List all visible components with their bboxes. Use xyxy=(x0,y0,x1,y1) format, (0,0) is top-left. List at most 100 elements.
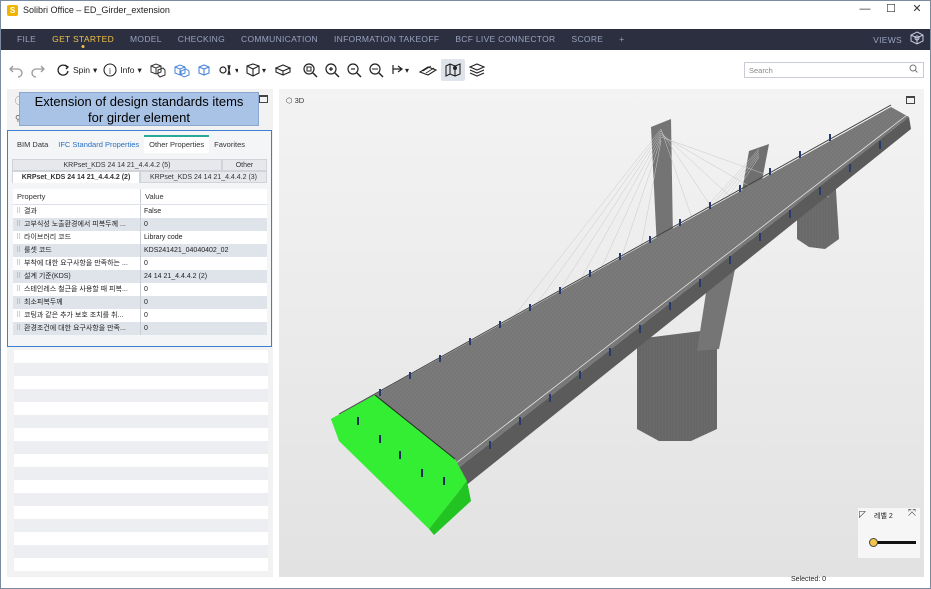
menu-communication[interactable]: COMMUNICATION xyxy=(233,29,326,50)
info-button[interactable]: i Info ▾ xyxy=(100,59,144,81)
undo-icon[interactable] xyxy=(5,59,27,81)
drag-handle-icon[interactable]: ⠿ xyxy=(16,296,24,309)
info-icon: i xyxy=(103,63,117,77)
property-name: 부착에 대한 요구사항을 만족하는 ... xyxy=(24,260,128,267)
property-value: 0 xyxy=(144,286,148,293)
search-input[interactable] xyxy=(749,65,909,75)
menu-file[interactable]: FILE xyxy=(9,29,44,50)
level-slider-track[interactable] xyxy=(872,541,916,544)
drag-handle-icon[interactable]: ⠿ xyxy=(16,244,24,257)
app-window: S Solibri Office – ED_Girder_extension —… xyxy=(0,0,931,589)
table-row[interactable]: ⠿ 결과 False xyxy=(13,205,267,218)
search-box[interactable] xyxy=(744,62,924,78)
pset-tab-5[interactable]: KRPset_KDS 24 14 21_4.4.4.2 (5) xyxy=(12,159,222,171)
property-value: KDS241421_04040402_02 xyxy=(144,247,229,254)
table-row[interactable]: ⠿ 부착에 대한 요구사항을 만족하는 ... 0 xyxy=(13,257,267,270)
drag-handle-icon[interactable]: ⠿ xyxy=(16,205,24,218)
table-row[interactable]: ⠿ 최소피복두께 0 xyxy=(13,296,267,309)
visibility-icon[interactable]: ▾ xyxy=(215,59,241,81)
menu-model[interactable]: MODEL xyxy=(122,29,170,50)
drag-handle-icon[interactable]: ⠿ xyxy=(16,257,24,270)
table-row[interactable]: ⠿ 고부식성 노출환경에서 피복두께 ... 0 xyxy=(13,218,267,231)
selection-status: Selected: 0 xyxy=(791,576,827,583)
maximize-button[interactable]: ☐ xyxy=(878,1,904,19)
zoom-selected-icon[interactable] xyxy=(365,59,387,81)
tab-bim-data[interactable]: BIM Data xyxy=(12,135,53,153)
views-button[interactable]: VIEWS xyxy=(873,35,902,45)
tab-favorites[interactable]: Favorites xyxy=(209,135,250,153)
table-row[interactable]: ⠿ 라이브러리 코드 Library code xyxy=(13,231,267,244)
zoom-in-icon[interactable] xyxy=(321,59,343,81)
tab-ifc-standard-properties[interactable]: IFC Standard Properties xyxy=(53,135,144,153)
drag-handle-icon[interactable]: ⠿ xyxy=(16,322,24,335)
close-button[interactable]: ✕ xyxy=(904,1,930,19)
pset-tab-2[interactable]: KRPset_KDS 24 14 21_4.4.4.2 (2) xyxy=(12,171,140,183)
level-plane-icon[interactable]: ◸ xyxy=(859,509,866,520)
table-row[interactable]: ⠿ 코팅과 같은 추가 보호 조치를 취... 0 xyxy=(13,309,267,322)
expand-icon[interactable]: ⤧ xyxy=(908,508,916,519)
redo-icon[interactable] xyxy=(27,59,49,81)
zoom-out-icon[interactable] xyxy=(343,59,365,81)
bridge-model[interactable] xyxy=(279,89,924,577)
svg-text:▾: ▾ xyxy=(405,66,409,75)
svg-text:▾: ▾ xyxy=(262,66,266,75)
table-row[interactable]: ⠿ 스테인레스 철근을 사용할 때 피복... 0 xyxy=(13,283,267,296)
components-icon[interactable] xyxy=(169,59,193,81)
chevron-down-icon: ▾ xyxy=(137,64,142,75)
property-set-tabs: KRPset_KDS 24 14 21_4.4.4.2 (5) Other KR… xyxy=(12,159,267,185)
layers-icon[interactable] xyxy=(465,59,489,81)
table-row[interactable]: ⠿ 설계 기준(KDS) 24 14 21_4.4.4.2 (2) xyxy=(13,270,267,283)
section-box-icon[interactable] xyxy=(271,59,295,81)
drag-handle-icon[interactable]: ⠿ xyxy=(16,309,24,322)
main-toolbar: Spin ▾ i Info ▾ ▾ ▾ ▾ Search xyxy=(1,58,930,82)
spin-button[interactable]: Spin ▾ xyxy=(53,59,100,81)
empty-list-area xyxy=(14,350,268,571)
property-name: 환경조건에 대한 요구사항을 만족... xyxy=(24,325,126,332)
column-header-property[interactable]: Property xyxy=(13,189,141,204)
minimize-button[interactable]: — xyxy=(852,1,878,19)
zoom-fit-icon[interactable] xyxy=(299,59,321,81)
spin-label: Spin xyxy=(73,65,91,75)
select-box-icon[interactable] xyxy=(193,59,215,81)
property-value: Library code xyxy=(144,234,183,241)
drag-handle-icon[interactable]: ⠿ xyxy=(16,270,24,283)
3d-viewport[interactable] xyxy=(279,89,924,577)
column-header-value[interactable]: Value xyxy=(141,189,164,204)
search-icon[interactable] xyxy=(909,64,918,76)
chevron-down-icon: ▾ xyxy=(93,64,98,75)
menu-get-started[interactable]: GET STARTED xyxy=(44,29,122,50)
measure-icon[interactable]: ▾ xyxy=(387,59,415,81)
callout-line-1: Extension of design standards items xyxy=(34,94,244,109)
info-label: Info xyxy=(120,65,135,75)
property-value: 0 xyxy=(144,312,148,319)
menu-bcf-live-connector[interactable]: BCF LIVE CONNECTOR xyxy=(447,29,563,50)
table-row[interactable]: ⠿ 환경조건에 대한 요구사항을 만족... 0 xyxy=(13,322,267,335)
menu-information-takeoff[interactable]: INFORMATION TAKEOFF xyxy=(326,29,447,50)
property-value: 0 xyxy=(144,260,148,267)
menu-checking[interactable]: CHECKING xyxy=(170,29,233,50)
table-row[interactable]: ⠿ 룰셋 코드 KDS241421_04040402_02 xyxy=(13,244,267,257)
add-tab-button[interactable]: + xyxy=(611,29,632,50)
menu-score[interactable]: SCORE xyxy=(564,29,612,50)
cube-icon: ⬡ xyxy=(286,96,293,105)
model-tree-icon[interactable] xyxy=(145,59,169,81)
tab-other-properties[interactable]: Other Properties xyxy=(144,135,210,153)
pset-tab-3[interactable]: KRPset_KDS 24 14 21_4.4.4.2 (3) xyxy=(140,171,267,183)
viewport-restore-icon[interactable] xyxy=(906,96,915,104)
table-body: ⠿ 결과 False ⠿ 고부식성 노출환경에서 피복두께 ... 0 ⠿ 라이브러리 코… xyxy=(13,205,267,335)
drag-handle-icon[interactable]: ⠿ xyxy=(16,283,24,296)
drag-handle-icon[interactable]: ⠿ xyxy=(16,231,24,244)
drag-handle-icon[interactable]: ⠿ xyxy=(16,218,24,231)
main-menu-bar: FILE GET STARTED MODEL CHECKING COMMUNIC… xyxy=(1,29,930,50)
views-cube-icon[interactable] xyxy=(910,31,924,48)
view-cube-icon[interactable]: ▾ xyxy=(241,59,271,81)
level-slider-handle[interactable] xyxy=(869,538,878,547)
property-name: 고부식성 노출환경에서 피복두께 ... xyxy=(24,221,126,228)
property-name: 설계 기준(KDS) xyxy=(24,273,71,280)
properties-panel: BIM Data IFC Standard Properties Other P… xyxy=(7,130,272,347)
view-mode-label[interactable]: ⬡ 3D xyxy=(286,96,304,105)
pset-tab-other[interactable]: Other xyxy=(222,159,267,171)
panel-restore-icon[interactable] xyxy=(259,95,268,103)
slice-icon[interactable] xyxy=(415,59,441,81)
map-icon[interactable] xyxy=(440,59,465,81)
